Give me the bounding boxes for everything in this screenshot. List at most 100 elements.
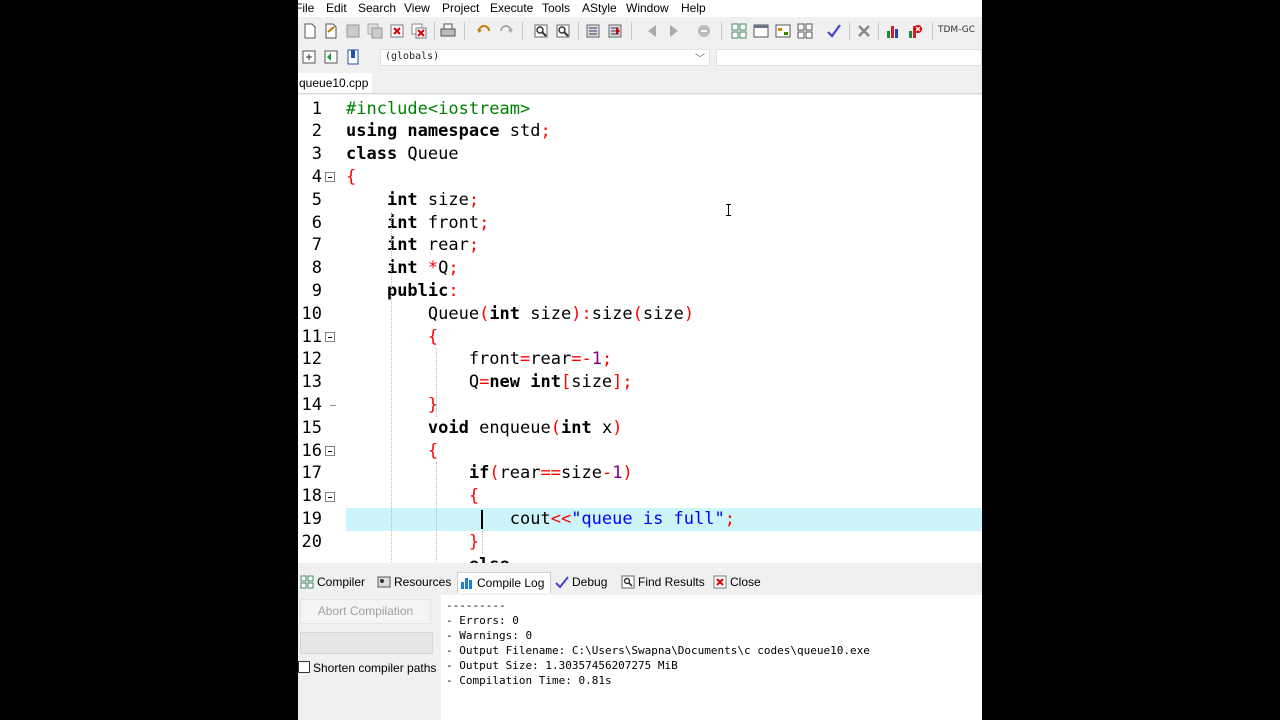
toolbar-separator	[631, 22, 632, 40]
go-back-icon[interactable]	[644, 23, 660, 39]
toolbar-separator	[849, 22, 850, 40]
line-number: 18	[301, 486, 322, 507]
line-number-gutter: 1 2 3 4 5 6 7 8 9 10 11 12 13 14 15 16 17 18 19 20	[298, 95, 344, 563]
shorten-paths-checkbox[interactable]: Shorten compiler paths	[298, 661, 436, 675]
line-number: 8	[311, 258, 322, 279]
code-line: front=rear=-1;	[346, 349, 613, 370]
line-number: 7	[311, 235, 322, 256]
checkbox-box[interactable]	[298, 661, 310, 673]
line-number: 12	[301, 349, 322, 370]
print-icon[interactable]	[440, 23, 456, 39]
close-icon	[713, 575, 727, 589]
stop-icon[interactable]	[856, 23, 872, 39]
go-forward-icon[interactable]	[666, 23, 682, 39]
open-file-icon[interactable]	[323, 23, 339, 39]
scope-select[interactable]: (globals) ﹀	[380, 49, 710, 66]
menu-file[interactable]: File	[298, 1, 314, 15]
undo-icon[interactable]	[476, 23, 492, 39]
line-number: 13	[301, 372, 322, 393]
goto-line-icon[interactable]	[696, 23, 712, 39]
line-number: 20	[301, 531, 322, 552]
fold-toggle[interactable]	[325, 172, 335, 183]
tab-queue10[interactable]: queue10.cpp	[298, 73, 373, 93]
code-line: #include<iostream>	[346, 98, 531, 119]
unindent-icon[interactable]	[607, 23, 623, 39]
abort-compilation-button[interactable]: Abort Compilation	[300, 599, 431, 624]
menu-project[interactable]: Project	[442, 1, 479, 15]
log-line: - Errors: 0	[446, 614, 519, 627]
toolbar-separator	[721, 22, 722, 40]
compile-log-output[interactable]: --------- - Errors: 0 - Warnings: 0 - Ou…	[441, 595, 982, 720]
code-line: }	[427, 394, 439, 415]
tab-close[interactable]: Close	[711, 572, 761, 592]
toolbar-separator	[932, 22, 933, 40]
compiler-set-select[interactable]: TDM-GC	[938, 25, 975, 35]
delete-profile-icon[interactable]	[907, 23, 923, 39]
devcpp-window: File Edit Search View Project Execute To…	[298, 0, 982, 720]
log-line: - Compilation Time: 0.81s	[446, 674, 612, 687]
menu-window[interactable]: Window	[626, 1, 669, 15]
menu-execute[interactable]: Execute	[490, 1, 533, 15]
tab-compiler[interactable]: Compiler	[298, 572, 365, 592]
tab-debug[interactable]: Debug	[553, 572, 607, 592]
code-line: Q=new int[size];	[346, 372, 633, 393]
menu-view[interactable]: View	[404, 1, 430, 15]
log-line: - Output Filename: C:\Users\Swapna\Docum…	[446, 644, 870, 657]
find-icon[interactable]	[533, 23, 549, 39]
new-file-icon[interactable]	[302, 23, 318, 39]
function-select[interactable]	[716, 49, 982, 66]
toggle-bookmark-icon[interactable]	[323, 49, 339, 65]
menu-tools[interactable]: Tools	[542, 1, 570, 15]
menu-astyle[interactable]: AStyle	[582, 1, 617, 15]
project-options-icon[interactable]	[775, 23, 791, 39]
tab-find-results[interactable]: Find Results	[619, 572, 705, 592]
log-line: - Output Size: 1.30357456207275 MiB	[446, 659, 678, 672]
indent-icon[interactable]	[585, 23, 601, 39]
window-icon[interactable]	[753, 23, 769, 39]
shorten-paths-label: Shorten compiler paths	[313, 661, 437, 675]
fold-toggle[interactable]	[325, 445, 335, 456]
goto-bookmark-icon[interactable]	[345, 49, 361, 65]
indent-guide	[391, 211, 392, 563]
replace-icon[interactable]	[555, 23, 571, 39]
close-all-icon[interactable]	[411, 23, 427, 39]
line-number: 19	[301, 508, 322, 529]
insert-icon[interactable]	[301, 49, 317, 65]
menu-edit[interactable]: Edit	[326, 1, 347, 15]
main-toolbar: TDM-GC	[298, 17, 982, 45]
mouse-ibeam-cursor	[726, 204, 731, 216]
check-syntax-icon[interactable]	[826, 23, 842, 39]
indent-guide	[436, 462, 437, 563]
menu-help[interactable]: Help	[681, 1, 706, 15]
menu-search[interactable]: Search	[358, 1, 396, 15]
code-line: class Queue	[346, 144, 459, 165]
save-all-icon[interactable]	[367, 23, 383, 39]
code-line: int *Q;	[386, 258, 459, 279]
profile-icon[interactable]	[885, 23, 901, 39]
line-number: 6	[311, 212, 322, 233]
tab-compile-log[interactable]: Compile Log	[457, 572, 552, 593]
find-icon	[621, 575, 635, 589]
code-line: {	[427, 440, 439, 461]
line-number: 11	[301, 326, 322, 347]
code-line: int front;	[386, 212, 490, 233]
line-number: 10	[301, 303, 322, 324]
close-file-icon[interactable]	[389, 23, 405, 39]
chevron-down-icon: ﹀	[695, 54, 705, 65]
code-line: int size;	[386, 189, 480, 210]
redo-icon[interactable]	[498, 23, 514, 39]
code-line: {	[427, 326, 439, 347]
new-project-icon[interactable]	[731, 23, 747, 39]
fold-toggle[interactable]	[325, 491, 335, 502]
code-editor[interactable]: 1 2 3 4 5 6 7 8 9 10 11 12 13 14 15 16 17 18 19 20 #include…	[298, 95, 982, 563]
code-line: {	[346, 166, 357, 187]
fold-toggle[interactable]	[325, 331, 335, 342]
bar-chart-icon	[461, 578, 472, 589]
code-line: else	[346, 554, 982, 564]
scope-select-value: (globals)	[385, 51, 440, 62]
indent-guide	[482, 530, 483, 554]
class-browser-icon[interactable]	[797, 23, 813, 39]
toolbar-separator	[464, 22, 465, 40]
tab-resources[interactable]: Resources	[375, 572, 451, 592]
save-icon[interactable]	[345, 23, 361, 39]
